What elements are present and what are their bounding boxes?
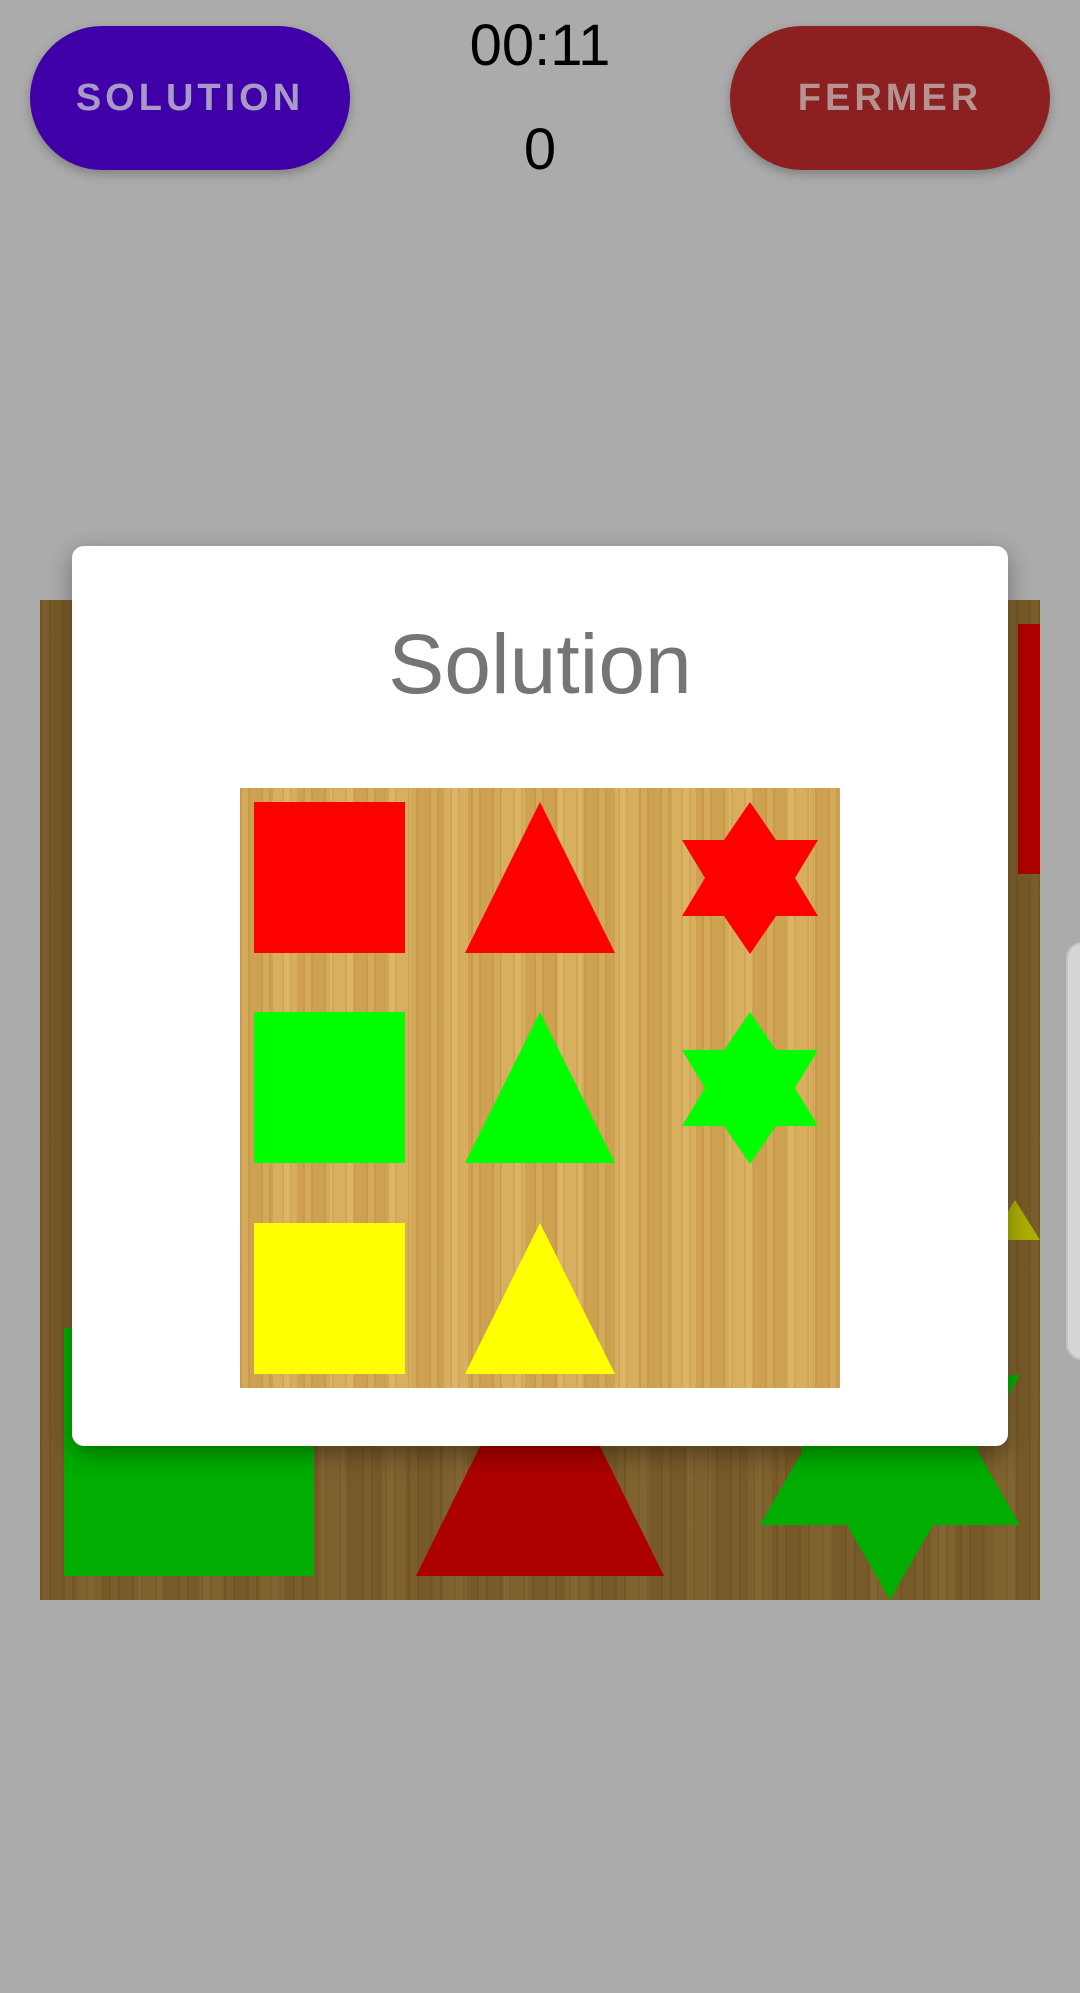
solution-board [240, 788, 840, 1388]
solution-red-triangle [465, 802, 615, 953]
dialog-title: Solution [388, 617, 692, 711]
solution-green-star [682, 1012, 818, 1164]
solution-green-square [254, 1012, 405, 1163]
solution-shapes [254, 802, 818, 1374]
close-button[interactable]: FERMER [730, 26, 1050, 170]
timer: 00:11 [469, 13, 611, 78]
solution-dialog: Solution [72, 546, 1008, 1446]
solution-red-square [254, 802, 405, 953]
solution-green-triangle [465, 1012, 615, 1163]
side-drawer-handle[interactable] [1066, 942, 1080, 1360]
score: 0 [523, 117, 557, 182]
solution-yellow-square [254, 1223, 405, 1374]
solution-button[interactable]: SOLUTION [30, 26, 350, 170]
solution-yellow-triangle [465, 1223, 615, 1374]
solution-red-star [682, 802, 818, 954]
